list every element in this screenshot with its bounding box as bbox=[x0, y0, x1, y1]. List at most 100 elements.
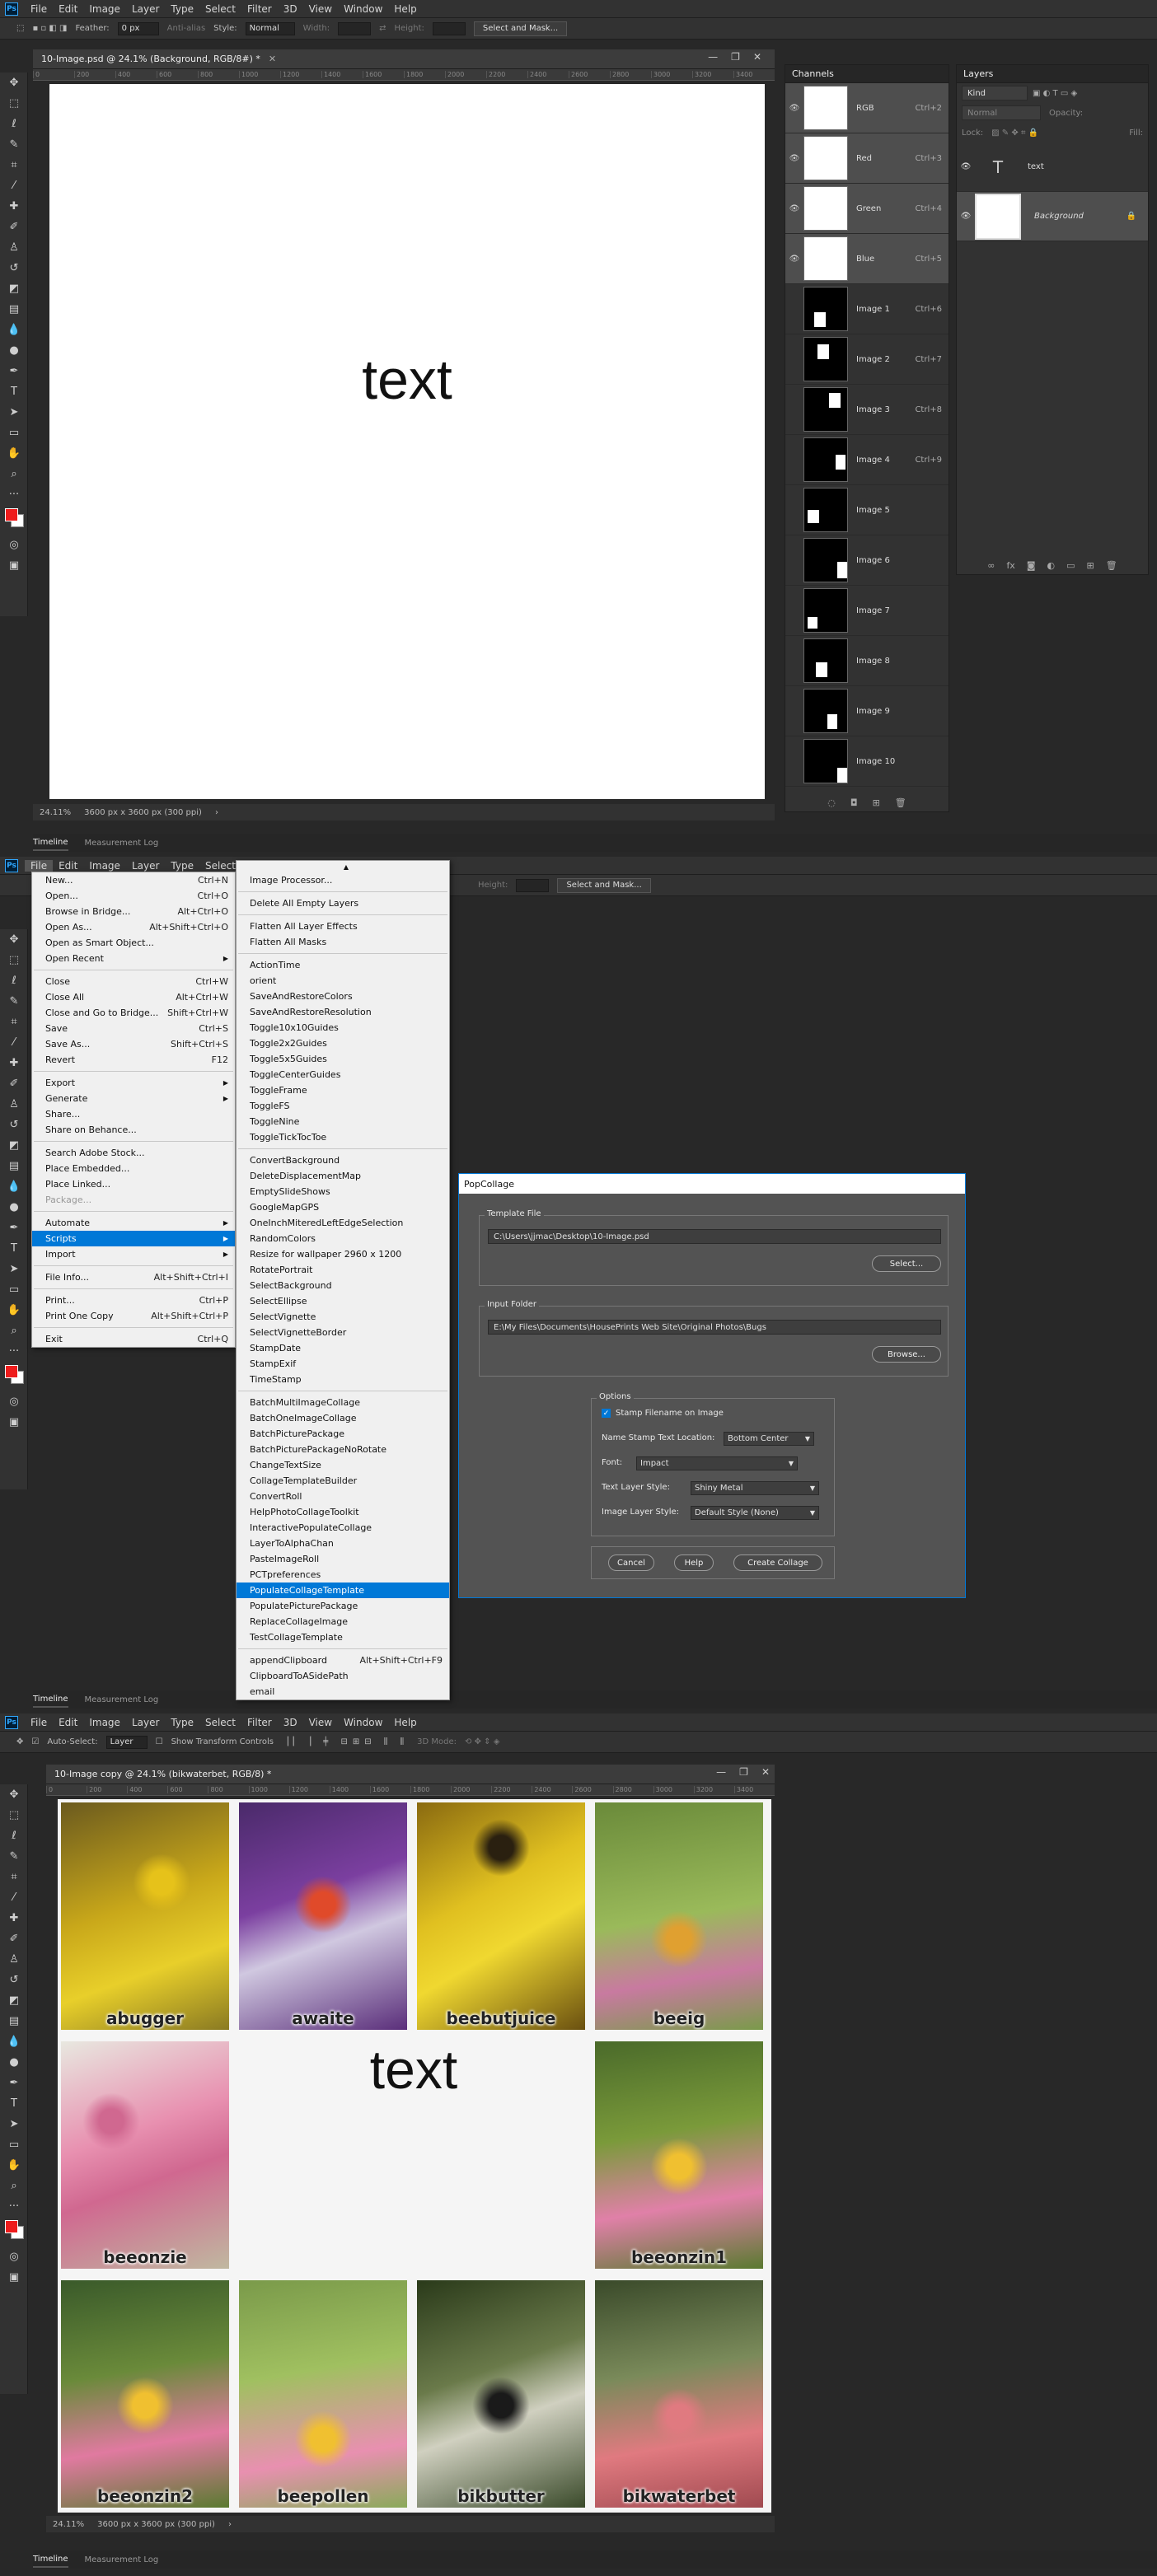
tab-timeline[interactable]: Timeline bbox=[33, 835, 68, 851]
file-menu-item[interactable]: Revert F12 bbox=[32, 1052, 235, 1068]
file-menu-item[interactable]: Open... Ctrl+O bbox=[32, 888, 235, 904]
group-icon[interactable]: ▭ bbox=[1066, 560, 1075, 571]
scripts-menu-item[interactable]: BatchPicturePackage bbox=[237, 1426, 449, 1442]
3d-mode-icons[interactable]: ⟲ ✥ ⇕ ◈ bbox=[465, 1737, 499, 1746]
zoom-level[interactable]: 24.11% bbox=[40, 808, 71, 817]
file-menu-item[interactable]: Close and Go to Bridge... Shift+Ctrl+W bbox=[32, 1005, 235, 1021]
scripts-menu-item[interactable]: PopulatePicturePackage bbox=[237, 1598, 449, 1614]
layer-dropdown[interactable]: Layer bbox=[105, 1735, 148, 1749]
minimize-icon[interactable]: — bbox=[716, 1766, 726, 1778]
eyedropper-tool-icon[interactable]: ⁄ bbox=[0, 175, 28, 196]
eyedropper-tool-icon[interactable]: ⁄ bbox=[0, 1032, 28, 1053]
select-and-mask-button[interactable]: Select and Mask... bbox=[557, 877, 651, 893]
channel-row[interactable]: Image 4 Ctrl+9 bbox=[785, 435, 949, 485]
scripts-menu-item[interactable]: Flatten All Masks bbox=[237, 934, 449, 950]
color-swatches[interactable] bbox=[0, 2217, 28, 2246]
menu-image[interactable]: Image bbox=[83, 1717, 126, 1728]
scripts-menu-item[interactable]: ToggleFS bbox=[237, 1098, 449, 1114]
file-menu-item[interactable]: Place Embedded... bbox=[32, 1161, 235, 1176]
restore-icon[interactable]: ❐ bbox=[739, 1766, 748, 1778]
channel-row[interactable]: Image 7 bbox=[785, 586, 949, 636]
channel-name[interactable]: Image 6 bbox=[856, 556, 914, 565]
marquee-tool-icon[interactable]: ⬚ bbox=[0, 950, 28, 970]
file-menu-item[interactable]: Close Ctrl+W bbox=[32, 974, 235, 989]
canvas-text-layer[interactable]: text bbox=[236, 2038, 592, 2101]
layers-tab[interactable]: Layers bbox=[957, 65, 1148, 83]
channel-name[interactable]: Image 9 bbox=[856, 707, 914, 716]
stamp-checkbox[interactable]: ✓ bbox=[602, 1409, 611, 1418]
file-menu-item[interactable]: Browse in Bridge... Alt+Ctrl+O bbox=[32, 904, 235, 919]
width-input[interactable] bbox=[338, 21, 372, 35]
canvas-text-layer[interactable]: text bbox=[49, 348, 765, 412]
collage-photo[interactable]: bikwaterbet bbox=[595, 2280, 763, 2508]
scripts-menu-item[interactable]: EmptySlideShows bbox=[237, 1184, 449, 1199]
stamp-tool-icon[interactable]: ♙ bbox=[0, 237, 28, 258]
color-swatches[interactable] bbox=[0, 1362, 28, 1391]
channel-name[interactable]: Green bbox=[856, 204, 914, 213]
more-tools-icon[interactable]: ··· bbox=[0, 1341, 28, 1362]
visibility-eye-icon[interactable]: 👁 bbox=[957, 212, 975, 221]
menu-type[interactable]: Type bbox=[165, 1717, 199, 1728]
menu-layer[interactable]: Layer bbox=[126, 860, 165, 872]
healing-tool-icon[interactable]: ✚ bbox=[0, 1908, 28, 1928]
marquee-tool-icon[interactable]: ⬚ bbox=[0, 93, 28, 114]
show-transform-checkbox[interactable]: ☐ bbox=[156, 1737, 163, 1746]
more-tools-icon[interactable]: ··· bbox=[0, 2196, 28, 2217]
scripts-menu-item[interactable]: email bbox=[237, 1684, 449, 1699]
channel-name[interactable]: Image 3 bbox=[856, 405, 914, 414]
scripts-menu-item[interactable]: ToggleCenterGuides bbox=[237, 1067, 449, 1082]
history-brush-icon[interactable]: ↺ bbox=[0, 1115, 28, 1135]
channel-row[interactable]: 👁 RGB Ctrl+2 bbox=[785, 83, 949, 133]
scripts-menu-item[interactable]: HelpPhotoCollageToolkit bbox=[237, 1504, 449, 1520]
scripts-menu-item[interactable]: BatchMultiImageCollage bbox=[237, 1395, 449, 1410]
dodge-tool-icon[interactable]: ● bbox=[0, 340, 28, 361]
screen-mode-icon[interactable]: ▣ bbox=[0, 1412, 28, 1433]
tab-timeline[interactable]: Timeline bbox=[33, 1692, 68, 1708]
tab-timeline[interactable]: Timeline bbox=[33, 2552, 68, 2568]
channel-row[interactable]: Image 6 bbox=[785, 535, 949, 586]
channel-name[interactable]: RGB bbox=[856, 104, 914, 113]
scripts-menu-item[interactable]: orient bbox=[237, 973, 449, 989]
visibility-eye-icon[interactable]: 👁 bbox=[785, 104, 803, 113]
scripts-menu-item[interactable]: DeleteDisplacementMap bbox=[237, 1168, 449, 1184]
cancel-button[interactable]: Cancel bbox=[608, 1554, 654, 1571]
align-icons[interactable]: ▕▏▕ ╪ ⊟⊞⊟ ⫼ ⫼ bbox=[282, 1737, 409, 1746]
menu-filter[interactable]: Filter bbox=[241, 3, 278, 15]
close-icon[interactable]: ✕ bbox=[761, 1766, 770, 1778]
type-tool-icon[interactable]: T bbox=[0, 381, 28, 402]
quick-mask-icon[interactable]: ◎ bbox=[0, 2246, 28, 2267]
scripts-menu-item[interactable]: appendClipboard Alt+Shift+Ctrl+F9 bbox=[237, 1653, 449, 1668]
menu-file[interactable]: File bbox=[25, 3, 53, 15]
scripts-menu-item[interactable]: Delete All Empty Layers bbox=[237, 895, 449, 911]
marquee-tool-icon[interactable]: ⬚ bbox=[0, 1805, 28, 1826]
feather-input[interactable]: 0 px bbox=[117, 21, 159, 35]
stamp-checkbox-row[interactable]: ✓ Stamp Filename on Image bbox=[602, 1409, 724, 1418]
help-button[interactable]: Help bbox=[674, 1554, 714, 1571]
filter-icons[interactable]: ▣ ◐ T ▭ ◈ bbox=[1033, 89, 1077, 98]
menu-3d[interactable]: 3D bbox=[278, 3, 303, 15]
status-arrow-icon[interactable]: › bbox=[215, 808, 218, 817]
link-icon[interactable]: ∞ bbox=[987, 560, 995, 571]
quick-mask-icon[interactable]: ◎ bbox=[0, 535, 28, 555]
eraser-tool-icon[interactable]: ◩ bbox=[0, 1135, 28, 1156]
file-menu-item[interactable]: Search Adobe Stock... bbox=[32, 1145, 235, 1161]
input-folder-input[interactable]: E:\My Files\Documents\HousePrints Web Si… bbox=[488, 1320, 941, 1335]
delete-channel-icon[interactable]: 🗑 bbox=[895, 797, 906, 808]
document-tab[interactable]: 10-Image copy @ 24.1% (bikwaterbet, RGB/… bbox=[46, 1765, 775, 1784]
collage-photo[interactable]: abugger bbox=[61, 1802, 229, 2030]
scripts-menu-item[interactable]: SelectEllipse bbox=[237, 1293, 449, 1309]
scripts-menu-item[interactable]: Toggle2x2Guides bbox=[237, 1036, 449, 1051]
select-and-mask-button[interactable]: Select and Mask... bbox=[473, 21, 568, 36]
create-collage-button[interactable]: Create Collage bbox=[733, 1554, 822, 1571]
channel-row[interactable]: 👁 Blue Ctrl+5 bbox=[785, 234, 949, 284]
eraser-tool-icon[interactable]: ◩ bbox=[0, 278, 28, 299]
select-button[interactable]: Select... bbox=[872, 1255, 941, 1272]
screen-mode-icon[interactable]: ▣ bbox=[0, 2267, 28, 2288]
menu-select[interactable]: Select bbox=[199, 3, 241, 15]
menu-view[interactable]: View bbox=[303, 3, 338, 15]
browse-button[interactable]: Browse... bbox=[872, 1346, 941, 1363]
scripts-menu-item[interactable]: SelectVignette bbox=[237, 1309, 449, 1325]
scripts-menu-item[interactable]: Image Processor... bbox=[237, 872, 449, 888]
channel-name[interactable]: Image 1 bbox=[856, 305, 914, 314]
scripts-menu-item[interactable]: TestCollageTemplate bbox=[237, 1629, 449, 1645]
